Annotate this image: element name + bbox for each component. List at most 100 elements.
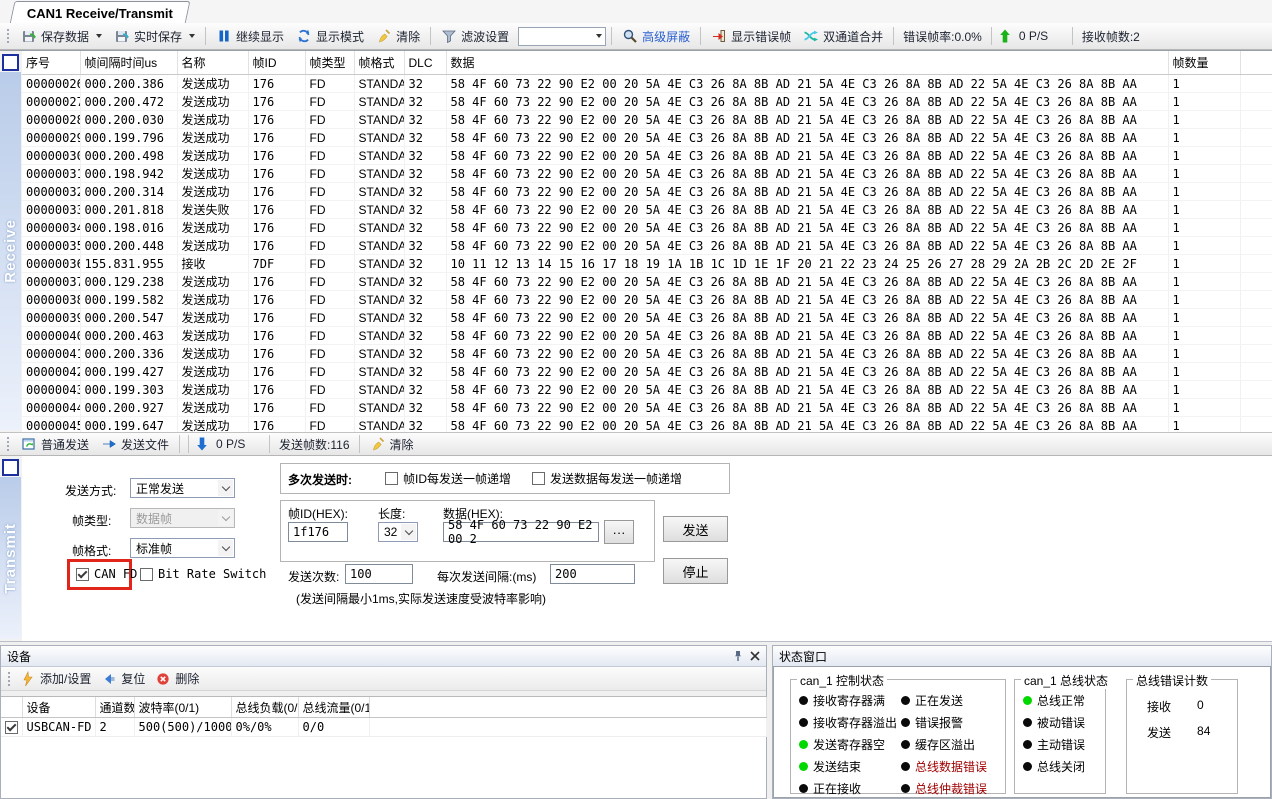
column-header-frame-id[interactable]: 帧ID: [248, 51, 305, 75]
transmit-clear-button[interactable]: 清除: [365, 434, 419, 455]
separator: [179, 435, 180, 453]
add-setting-button[interactable]: 添加/设置: [15, 668, 96, 689]
separator: [893, 27, 894, 45]
cell-filler: [1240, 309, 1272, 327]
filter-settings-label: 滤波设置: [461, 28, 509, 45]
clear-button[interactable]: 清除: [371, 26, 425, 47]
table-row[interactable]: 00000035000.200.448发送成功176FDSTANDARD3258…: [22, 237, 1272, 255]
column-header-frame-format[interactable]: 帧格式: [354, 51, 404, 75]
cell: 000.198.942: [80, 165, 177, 183]
table-row[interactable]: 00000034000.198.016发送成功176FDSTANDARD3258…: [22, 219, 1272, 237]
reset-arrow-icon: [101, 671, 117, 687]
down-arrow-icon: [194, 436, 210, 452]
stop-button[interactable]: 停止: [663, 558, 728, 584]
send-mode-select[interactable]: 正常发送: [130, 478, 235, 498]
filter-combobox[interactable]: [518, 27, 606, 46]
transmit-collapse-box[interactable]: [2, 459, 19, 476]
table-row[interactable]: 00000038000.199.582发送成功176FDSTANDARD3258…: [22, 291, 1272, 309]
show-error-frames-button[interactable]: 显示错误帧: [706, 26, 796, 47]
column-header-channels[interactable]: 通道数: [95, 697, 134, 718]
advanced-mask-button[interactable]: 高级屏蔽: [617, 26, 695, 47]
cell: 176: [248, 75, 305, 93]
transmit-pps: 0 P/S: [212, 435, 264, 453]
continue-display-button[interactable]: 继续显示: [211, 26, 289, 47]
data-more-button[interactable]: ···: [604, 520, 634, 544]
cell: 32: [404, 219, 446, 237]
toolbar-grip[interactable]: [5, 435, 10, 453]
table-row[interactable]: 00000033000.201.818发送失败176FDSTANDARD3258…: [22, 201, 1272, 219]
tab-can1-receive-transmit[interactable]: CAN1 Receive/Transmit: [10, 1, 191, 24]
receive-table: 序号 帧间隔时间us 名称 帧ID 帧类型 帧格式 DLC 数据 帧数量 000…: [22, 51, 1272, 432]
column-header-device[interactable]: 设备: [22, 697, 95, 718]
receive-collapse-box[interactable]: [2, 54, 19, 71]
table-row[interactable]: 00000044000.200.927发送成功176FDSTANDARD3258…: [22, 399, 1272, 417]
cell: 58 4F 60 73 22 90 E2 00 20 5A 4E C3 26 8…: [446, 165, 1168, 183]
bus-status-title: can_1 总线状态: [1021, 672, 1111, 689]
reset-button[interactable]: 复位: [96, 668, 150, 689]
receive-strip: Receive: [0, 51, 22, 432]
can-fd-checkbox[interactable]: [76, 568, 89, 581]
realtime-save-button[interactable]: 实时保存: [109, 26, 200, 47]
send-count-input[interactable]: 100: [345, 564, 413, 584]
send-file-button[interactable]: 发送文件: [96, 434, 174, 455]
can-fd-label: CAN FD: [94, 567, 137, 581]
device-checkbox[interactable]: [5, 721, 18, 734]
pin-icon[interactable]: [732, 650, 744, 662]
cell: 00000045: [22, 417, 80, 433]
table-row[interactable]: 00000037000.129.238发送成功176FDSTANDARD3258…: [22, 273, 1272, 291]
cell: STANDARD: [354, 255, 404, 273]
column-header-data[interactable]: 数据: [446, 51, 1168, 75]
table-row[interactable]: 00000028000.200.030发送成功176FDSTANDARD3258…: [22, 111, 1272, 129]
frame-id-input[interactable]: 1f176: [288, 522, 348, 542]
inc-data-checkbox[interactable]: [532, 472, 545, 485]
cell: 1: [1168, 417, 1240, 433]
table-row[interactable]: 00000029000.199.796发送成功176FDSTANDARD3258…: [22, 129, 1272, 147]
close-icon[interactable]: [750, 651, 760, 661]
table-row[interactable]: 00000026000.200.386发送成功176FDSTANDARD3258…: [22, 75, 1272, 93]
column-header-seq[interactable]: 序号: [22, 51, 80, 75]
column-header-bus-load[interactable]: 总线负载(0/1): [231, 697, 298, 718]
table-row[interactable]: 00000041000.200.336发送成功176FDSTANDARD3258…: [22, 345, 1272, 363]
table-row[interactable]: 00000036155.831.955接收7DFFDSTANDARD3210 1…: [22, 255, 1272, 273]
status-item: 接收寄存器满: [799, 692, 897, 709]
normal-send-button[interactable]: 普通发送: [16, 434, 94, 455]
column-header-frame-count[interactable]: 帧数量: [1168, 51, 1240, 75]
device-row[interactable]: USBCAN-FD 2 500(500)/1000(5000) 0%/0% 0/…: [1, 718, 766, 737]
delete-button[interactable]: 删除: [150, 668, 204, 689]
cell: STANDARD: [354, 147, 404, 165]
toolbar-grip[interactable]: [6, 670, 11, 688]
table-row[interactable]: 00000027000.200.472发送成功176FDSTANDARD3258…: [22, 93, 1272, 111]
filter-settings-button[interactable]: 滤波设置: [436, 26, 514, 47]
table-row[interactable]: 00000040000.200.463发送成功176FDSTANDARD3258…: [22, 327, 1272, 345]
cell: 000.200.498: [80, 147, 177, 165]
column-header-frame-type[interactable]: 帧类型: [305, 51, 354, 75]
dual-channel-merge-button[interactable]: 双通道合并: [798, 26, 888, 47]
table-row[interactable]: 00000045000.199.647发送成功176FDSTANDARD3258…: [22, 417, 1272, 433]
bit-rate-switch-checkbox[interactable]: [140, 568, 153, 581]
column-header-baud[interactable]: 波特率(0/1): [134, 697, 231, 718]
frame-format-select[interactable]: 标准帧: [130, 538, 235, 558]
table-row[interactable]: 00000042000.199.427发送成功176FDSTANDARD3258…: [22, 363, 1272, 381]
error-frame-icon: [711, 28, 727, 44]
frame-type-select[interactable]: 数据帧: [130, 508, 235, 528]
data-hex-input[interactable]: 58 4F 60 73 22 90 E2 00 2: [443, 522, 599, 542]
table-row[interactable]: 00000030000.200.498发送成功176FDSTANDARD3258…: [22, 147, 1272, 165]
table-row[interactable]: 00000043000.199.303发送成功176FDSTANDARD3258…: [22, 381, 1272, 399]
column-header-dlc[interactable]: DLC: [404, 51, 446, 75]
display-mode-button[interactable]: 显示模式: [291, 26, 369, 47]
column-header-interval[interactable]: 帧间隔时间us: [80, 51, 177, 75]
table-row[interactable]: 00000032000.200.314发送成功176FDSTANDARD3258…: [22, 183, 1272, 201]
column-header-bus-flow[interactable]: 总线流量(0/1): [298, 697, 369, 718]
length-select[interactable]: 32: [378, 522, 418, 542]
inc-frame-id-checkbox[interactable]: [385, 472, 398, 485]
status-item: 总线仲裁错误: [901, 780, 987, 797]
status-panel-title: 状态窗口: [779, 648, 827, 665]
save-data-button[interactable]: 保存数据: [16, 26, 107, 47]
interval-input[interactable]: 200: [550, 564, 635, 584]
send-button[interactable]: 发送: [663, 516, 728, 542]
cell: FD: [305, 363, 354, 381]
column-header-name[interactable]: 名称: [177, 51, 248, 75]
table-row[interactable]: 00000039000.200.547发送成功176FDSTANDARD3258…: [22, 309, 1272, 327]
table-row[interactable]: 00000031000.198.942发送成功176FDSTANDARD3258…: [22, 165, 1272, 183]
toolbar-grip[interactable]: [5, 27, 10, 45]
